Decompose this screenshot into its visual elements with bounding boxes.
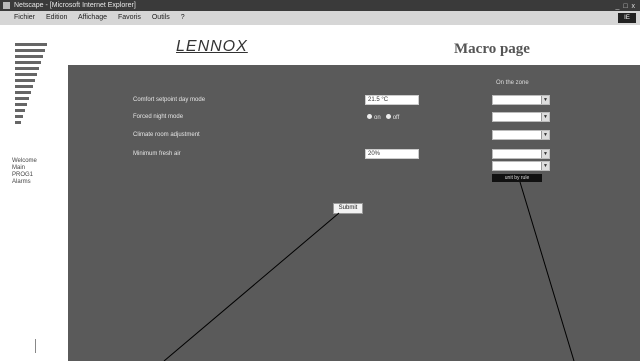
chevron-down-icon: ▼ — [541, 131, 549, 139]
sidebar-item-main[interactable]: Main — [12, 165, 37, 172]
radio-on[interactable] — [367, 114, 372, 119]
zone-select-1[interactable]: ▼ — [492, 95, 550, 105]
lennox-logo[interactable]: LENNOX — [176, 38, 248, 56]
submit-button[interactable]: Submit — [333, 203, 363, 214]
page-header: LENNOX Macro page — [68, 25, 640, 65]
comfort-setpoint-field[interactable]: 21.5 °C — [365, 95, 419, 105]
row-label-climate-room: Climate room adjustment — [133, 132, 200, 138]
browser-logo-icon: IE — [618, 13, 636, 23]
sidebar-links: Welcome Main PROG1 Alarms — [12, 158, 37, 186]
window-titlebar: Netscape - [Microsoft Internet Explorer]… — [0, 0, 640, 11]
sidebar: Welcome Main PROG1 Alarms — [0, 25, 68, 361]
radio-off-label: off — [392, 115, 400, 121]
chevron-down-icon: ▼ — [541, 113, 549, 121]
radio-on-label: on — [374, 115, 381, 121]
sidebar-divider — [35, 339, 36, 353]
forced-night-radio-group: on off — [367, 114, 399, 121]
radio-off[interactable] — [385, 114, 391, 119]
column-header: On the zone — [496, 80, 529, 86]
zone-select-3[interactable]: ▼ — [492, 130, 550, 140]
sidebar-item-alarms[interactable]: Alarms — [12, 179, 37, 186]
menu-view[interactable]: Affichage — [78, 14, 107, 21]
menu-favorites[interactable]: Favoris — [118, 14, 141, 21]
menu-file[interactable]: Fichier — [14, 14, 35, 21]
zone-select-5[interactable]: ▼ — [492, 161, 550, 171]
chevron-down-icon: ▼ — [541, 96, 549, 104]
app-icon — [3, 2, 10, 9]
unit-label: unit by rule — [492, 174, 542, 182]
sidebar-item-prog1[interactable]: PROG1 — [12, 172, 37, 179]
menu-bar: Fichier Edition Affichage Favoris Outils… — [0, 11, 640, 25]
main-panel: On the zone Comfort setpoint day mode 21… — [68, 65, 640, 361]
zone-select-2[interactable]: ▼ — [492, 112, 550, 122]
menu-help[interactable]: ? — [181, 14, 185, 21]
row-label-comfort-setpoint: Comfort setpoint day mode — [133, 97, 206, 103]
row-label-fresh-air: Minimum fresh air — [133, 151, 181, 157]
chevron-down-icon: ▼ — [541, 162, 549, 170]
sidebar-item-welcome[interactable]: Welcome — [12, 158, 37, 165]
menu-edit[interactable]: Edition — [46, 14, 67, 21]
row-label-forced-night: Forced night mode — [133, 114, 184, 120]
sidebar-bars-graphic — [15, 43, 47, 127]
menu-tools[interactable]: Outils — [152, 14, 170, 21]
fresh-air-field[interactable]: 20% — [365, 149, 419, 159]
page-title: Macro page — [454, 41, 530, 57]
zone-select-4[interactable]: ▼ — [492, 149, 550, 159]
chevron-down-icon: ▼ — [541, 150, 549, 158]
window-title: Netscape - [Microsoft Internet Explorer] — [14, 2, 136, 9]
